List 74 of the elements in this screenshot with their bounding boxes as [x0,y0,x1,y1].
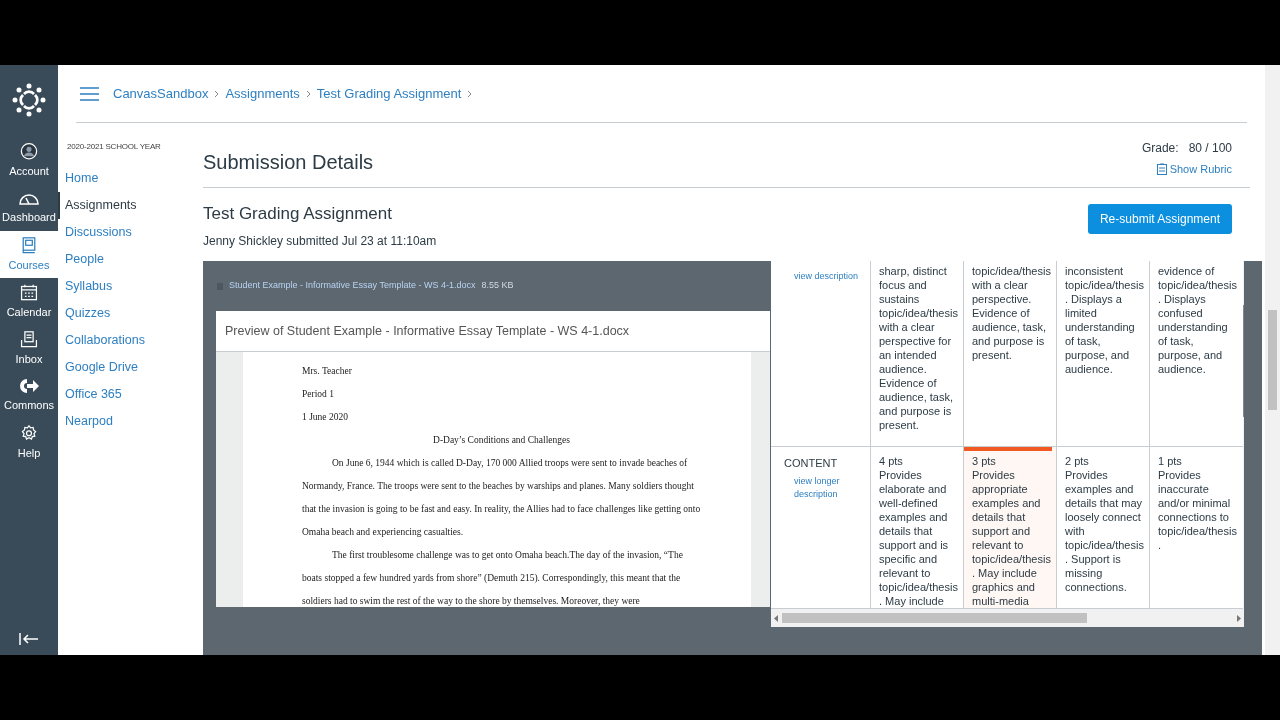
breadcrumb-link[interactable]: Test Grading Assignment [316,83,462,104]
rating-description: Provides examples and details that may loosely connect with topic/idea/thesis. Support is missing connections. [1064,468,1145,594]
rating-description: Provides inaccurate and/or minimal connections to topic/idea/thesis. [1157,468,1238,552]
rating-cell[interactable]: 2 pts Provides examples and details that may loosely connect with topic/idea/thesis. Support is missing connections. [1057,447,1150,608]
course-nav-link[interactable]: Collaborations [58,327,203,354]
breadcrumb-link[interactable]: Assignments [225,83,300,104]
document-line: 1 June 2020 [302,411,348,424]
collapse-icon[interactable] [19,633,39,645]
grade-value: 80 / 100 [1188,140,1232,157]
rating-description: Provides appropriate examples and details that support and relevant to topic/idea/thesis. May include graphics and multi-media [971,468,1052,608]
rating-points: 3 pts [972,454,996,468]
rating-points: 4 pts [879,454,903,468]
term-label: 2020-2021 SCHOOL YEAR [66,141,161,153]
course-nav-link[interactable]: Home [58,165,203,192]
document-line: Mrs. Teacher [302,365,352,378]
assignment-title: Test Grading Assignment [203,203,393,225]
rating-cell[interactable]: 3 pts Provides appropriate examples and details that support and relevant to topic/idea/thesis. May include graphics and multi-media [964,447,1057,608]
breadcrumb-link[interactable]: CanvasSandbox [113,83,209,104]
rating-cell[interactable]: topic/idea/thesis with a clear perspective. Evidence of audience, task, and purpose is present. [964,261,1057,446]
file-size: 8.55 KB [481,279,514,293]
page-scrollbar[interactable] [1265,65,1280,655]
course-nav-link[interactable]: Quizzes [58,300,203,327]
nav-item-label[interactable]: Dashboard [2,209,56,226]
submission-info: Jenny Shickley submitted Jul 23 at 11:10am [203,232,437,250]
page-title: Submission Details [203,150,374,175]
calendar-icon[interactable] [19,284,39,301]
nav-item-label[interactable]: Commons [3,397,55,414]
nav-item-label[interactable]: Account [9,162,49,179]
course-nav-link[interactable]: Assignments [58,192,203,219]
rating-cell[interactable]: inconsistent topic/idea/thesis. Displays a limited understanding of task, purpose, and audience. [1057,261,1150,446]
document-line: Period 1 [302,388,334,401]
clipboard-icon [1156,163,1167,176]
document-heading: D-Day’s Conditions and Challenges [432,434,571,447]
settings-icon[interactable] [19,425,39,442]
scroll-left-icon[interactable] [774,614,778,622]
criterion-title: CONTENT [784,456,838,471]
attachment-link[interactable]: Student Example - Informative Essay Template - WS 4-1.docx [229,279,476,293]
document-paragraph: On June 6, 1944 which is called D-Day, 170 000 Allied troops were sent to invade beaches of Normandy, France. The troops were sent to the beaches by warships and planes. Many soldiers thought that the invasion is going to be fast and easy. In reality, the Allies had to face challenges like getting onto Omaha beach and experiencing casualties. [302,457,701,539]
chevron-icon [214,89,220,98]
course-nav-link[interactable]: Discussions [58,219,203,246]
rating-cell[interactable]: evidence of topic/idea/thesis. Displays confused understanding of task, purpose, and audience. [1150,261,1243,446]
rating-description: Provides elaborate and well-defined examples and details that support and is specific and relevant to topic/idea/thesis. May include [878,468,959,608]
grade-label: Grade: [1141,140,1179,157]
rating-points: 1 pts [1158,454,1182,468]
description-link[interactable]: view longer description [784,474,864,501]
course-nav-link[interactable]: Google Drive [58,354,203,381]
rating-description: topic/idea/thesis with a clear perspective. Evidence of audience, task, and purpose is present. [971,264,1052,362]
menu-icon[interactable] [80,86,99,101]
rating-cell[interactable]: 1 pts Provides inaccurate and/or minimal connections to topic/idea/thesis. [1150,447,1243,608]
course-nav-link[interactable]: Syllabus [58,273,203,300]
book-icon[interactable] [21,237,37,254]
horizontal-scrollbar[interactable] [771,609,1244,627]
rating-points: 2 pts [1065,454,1089,468]
show-rubric-link[interactable]: Show Rubric [1156,161,1232,178]
chevron-icon [467,89,473,98]
resubmit-button[interactable]: Re-submit Assignment [1087,204,1232,234]
inbox-icon[interactable] [19,331,39,348]
document-paragraph: The first troublesome challenge was to get onto Omaha beach.The day of the invasion, “The boats stopped a few hundred yards from shore” (Demuth 215). Correspondingly, this meant that the soldiers had to swim the rest of the way to the shore by themselves. Moreover, they were [302,549,684,607]
rating-description: evidence of topic/idea/thesis. Displays confused understanding of task, purpose, and audience. [1157,264,1238,376]
nav-item-label[interactable]: Calendar [6,303,52,320]
nav-item-label[interactable]: Help [17,444,41,461]
rating-cell[interactable]: sharp, distinct focus and sustains topic/idea/thesis with a clear perspective for an intended audience. Evidence of audience, task, and purpose is present. [871,261,964,446]
nav-item-label[interactable]: Inbox [15,350,43,367]
course-nav-link[interactable]: People [58,246,203,273]
logo-icon[interactable] [12,83,46,117]
scroll-right-icon[interactable] [1237,614,1241,622]
commons-icon[interactable] [19,378,39,394]
rating-description: sharp, distinct focus and sustains topic/idea/thesis with a clear perspective for an intended audience. Evidence of audience, task, and purpose is present. [878,264,959,432]
rating-description: inconsistent topic/idea/thesis. Displays a limited understanding of task, purpose, and audience. [1064,264,1145,376]
course-nav-link[interactable]: Office 365 [58,381,203,408]
course-nav-link[interactable]: Nearpod [58,408,203,435]
chevron-icon [305,89,311,98]
description-link[interactable]: view description [784,270,864,283]
preview-title: Preview of Student Example - Informative Essay Template - WS 4-1.docx [225,322,630,340]
